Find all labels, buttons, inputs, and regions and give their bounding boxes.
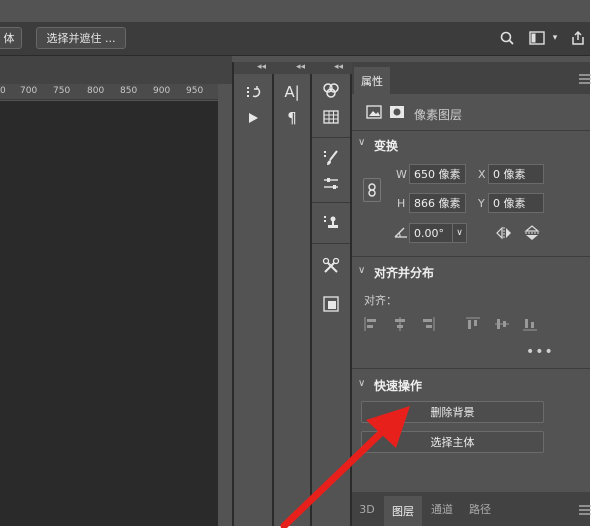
color-wheel-icon[interactable] [317,78,345,102]
align-distribute-title: 对齐并分布 [374,266,435,280]
tab-channels[interactable]: 通道 [424,496,460,522]
ruler-tick: 800 [87,86,105,96]
collapse-icon[interactable]: ◂◂ [296,62,305,72]
tab-properties[interactable]: 属性 [354,67,390,94]
strip-divider [232,62,234,526]
strip-divider [312,137,350,138]
ruler-tick: 0 [0,86,6,96]
flip-horizontal-icon[interactable] [495,226,513,240]
brush-icon[interactable] [317,146,345,170]
y-field[interactable]: 0 像素 [488,193,544,213]
history-icon[interactable] [239,80,267,104]
panel-menu-icon[interactable] [579,74,591,84]
pixel-layer-icon [366,105,382,119]
partial-button[interactable]: 体 [0,27,22,49]
chevron-down-icon[interactable]: ∨ [358,378,365,389]
angle-icon [394,226,408,240]
strip-divider [312,243,350,244]
panel-menu-icon[interactable] [579,505,591,515]
align-center-horizontal-icon[interactable] [393,317,407,331]
align-right-icon[interactable] [421,317,435,331]
x-field[interactable]: 0 像素 [488,164,544,184]
chevron-down-icon[interactable]: ∨ [452,224,466,242]
quick-actions-title: 快速操作 [374,379,423,393]
actions-play-icon[interactable] [239,106,267,130]
share-icon[interactable] [568,28,588,48]
height-label: H [397,197,406,210]
paragraph-icon[interactable]: ¶ [278,106,306,130]
transform-title: 变换 [374,139,399,153]
layer-type-label: 像素图层 [414,108,463,122]
document-canvas[interactable] [0,101,218,526]
search-icon[interactable] [497,28,517,48]
flip-vertical-icon[interactable] [524,224,540,242]
strip-divider [312,202,350,203]
tools-cross-icon[interactable] [317,254,345,278]
adjustments-sliders-icon[interactable] [317,172,345,196]
ruler-tick: 850 [120,86,138,96]
swatches-grid-icon[interactable] [317,105,345,129]
link-icon[interactable] [363,178,381,202]
document-tab-area [0,56,232,84]
ruler-tick: 750 [53,86,71,96]
chevron-down-icon[interactable]: ▾ [550,28,560,48]
y-label: Y [478,197,485,210]
width-field[interactable]: 650 像素 [409,164,466,184]
ruler-tick: 700 [20,86,38,96]
x-label: X [478,168,486,181]
layer-comps-icon[interactable] [317,292,345,316]
horizontal-ruler: 0 700 750 800 850 900 950 [0,84,218,100]
character-icon[interactable]: A| [278,80,306,104]
clone-stamp-icon[interactable] [317,211,345,235]
width-label: W [396,168,407,181]
layer-mask-icon [389,105,405,119]
section-divider [352,130,590,131]
canvas-scroll-gutter [218,84,232,526]
align-left-icon[interactable] [364,317,378,331]
angle-field[interactable]: 0.00° ∨ [409,223,467,243]
align-center-vertical-icon[interactable] [495,317,509,331]
ruler-tick: 950 [186,86,204,96]
chevron-down-icon[interactable]: ∨ [358,137,365,148]
more-options-icon[interactable]: ••• [526,344,554,360]
section-divider [352,368,590,369]
align-label: 对齐： [364,294,397,307]
collapse-icon[interactable]: ◂◂ [257,62,266,72]
collapse-icon[interactable]: ◂◂ [334,62,343,72]
annotation-arrow [280,406,410,528]
section-divider [352,256,590,257]
angle-value: 0.00° [414,226,444,240]
align-top-icon[interactable] [466,317,480,331]
frame-icon[interactable] [526,28,548,48]
align-bottom-icon[interactable] [523,317,537,331]
height-field[interactable]: 866 像素 [409,193,466,213]
tab-paths[interactable]: 路径 [462,496,498,522]
chevron-down-icon[interactable]: ∨ [358,265,365,276]
ruler-tick: 900 [153,86,171,96]
select-and-mask-button[interactable]: 选择并遮住 ... [36,27,126,49]
